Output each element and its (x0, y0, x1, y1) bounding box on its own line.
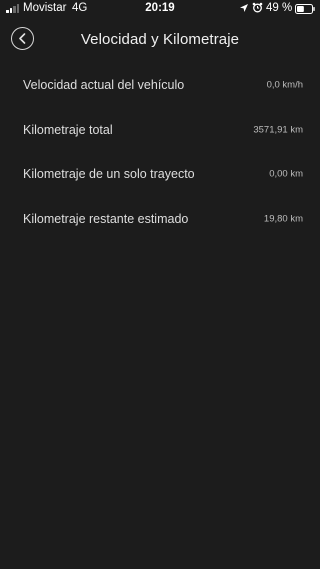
list-item-label: Velocidad actual del vehículo (23, 78, 185, 93)
list-item-value: 0,0 km/h (266, 79, 303, 91)
status-bar: Movistar 4G 20:19 49 % (0, 0, 320, 18)
alarm-clock-icon (252, 2, 263, 13)
list-item-current-speed[interactable]: Velocidad actual del vehículo 0,0 km/h (0, 63, 320, 108)
list-item-remaining-mileage[interactable]: Kilometraje restante estimado 19,80 km (0, 197, 320, 242)
info-list: Velocidad actual del vehículo 0,0 km/h K… (0, 63, 320, 241)
list-item-value: 3571,91 km (253, 124, 303, 136)
list-item-total-mileage[interactable]: Kilometraje total 3571,91 km (0, 108, 320, 153)
battery-percentage: 49 % (266, 2, 293, 14)
list-item-value: 0,00 km (269, 168, 303, 180)
list-item-label: Kilometraje total (23, 122, 113, 137)
list-item-trip-mileage[interactable]: Kilometraje de un solo trayecto 0,00 km (0, 152, 320, 197)
list-item-label: Kilometraje restante estimado (23, 211, 189, 226)
battery-icon (295, 4, 315, 14)
header-bar: Velocidad y Kilometraje (0, 26, 320, 56)
app-screen: Movistar 4G 20:19 49 % Velocidad y Kilom… (0, 0, 320, 569)
location-arrow-icon (240, 4, 248, 12)
list-item-value: 19,80 km (263, 213, 303, 225)
list-item-label: Kilometraje de un solo trayecto (23, 167, 195, 182)
page-title: Velocidad y Kilometraje (80, 31, 240, 48)
